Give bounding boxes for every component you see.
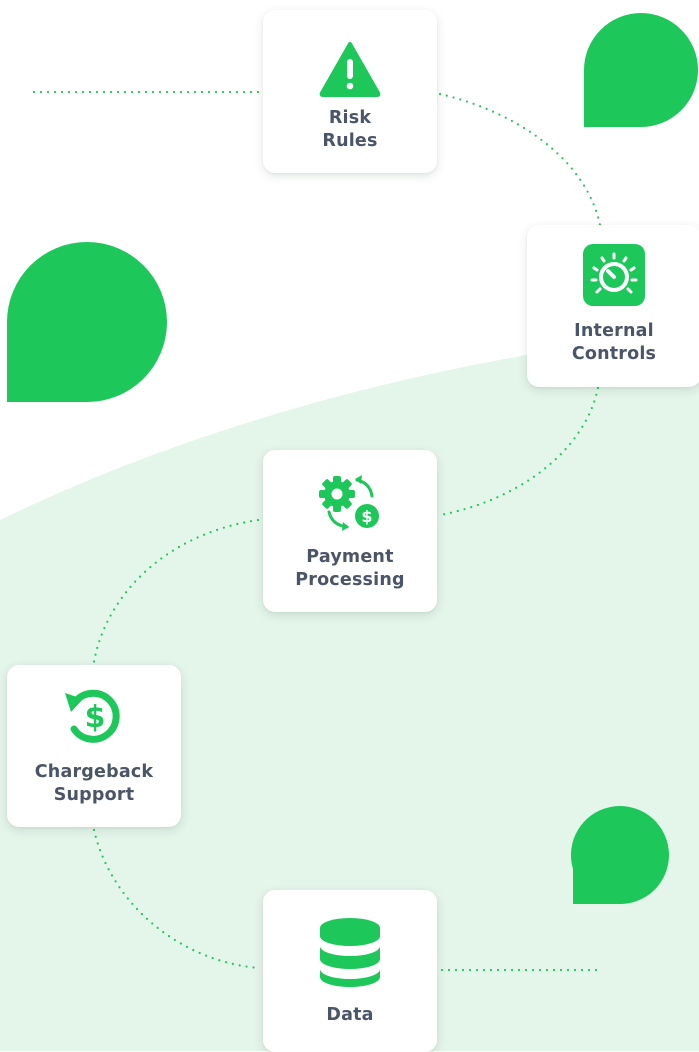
label-line-1: Risk (328, 108, 372, 128)
label-line-2: Controls (571, 344, 657, 364)
label-line-1: Internal (574, 321, 654, 341)
label-line-1: Payment (306, 547, 394, 567)
control-dial-icon (583, 244, 645, 306)
logo-mark-bottom-right (570, 806, 669, 904)
node-chargeback-support: $ Chargeback Support (7, 665, 181, 827)
label-line-1: Data (326, 1005, 374, 1025)
node-label: Data (326, 1004, 373, 1027)
svg-text:$: $ (361, 507, 372, 526)
label-line-1: Chargeback (34, 762, 154, 782)
warning-triangle-icon (319, 42, 381, 97)
database-icon (320, 918, 380, 987)
node-label: Risk Rules (322, 107, 377, 153)
node-payment-processing: $ Payment Processing (263, 450, 437, 612)
label-line-2: Processing (295, 570, 405, 590)
node-data: Data (263, 890, 437, 1052)
refund-dollar-icon: $ (65, 689, 120, 743)
connector-risk-to-controls (438, 92, 602, 227)
gear-dollar-cycle-icon: $ (319, 475, 379, 531)
label-line-2: Support (53, 785, 135, 805)
label-line-2: Rules (322, 131, 378, 151)
node-label: Chargeback Support (35, 761, 153, 807)
logo-mark-left (7, 242, 167, 402)
node-internal-controls: Internal Controls (527, 225, 699, 387)
logo-mark-top-right (584, 13, 698, 127)
node-risk-rules: Risk Rules (263, 10, 437, 173)
node-label: Payment Processing (295, 546, 405, 592)
svg-text:$: $ (85, 700, 106, 735)
node-label: Internal Controls (572, 320, 656, 366)
